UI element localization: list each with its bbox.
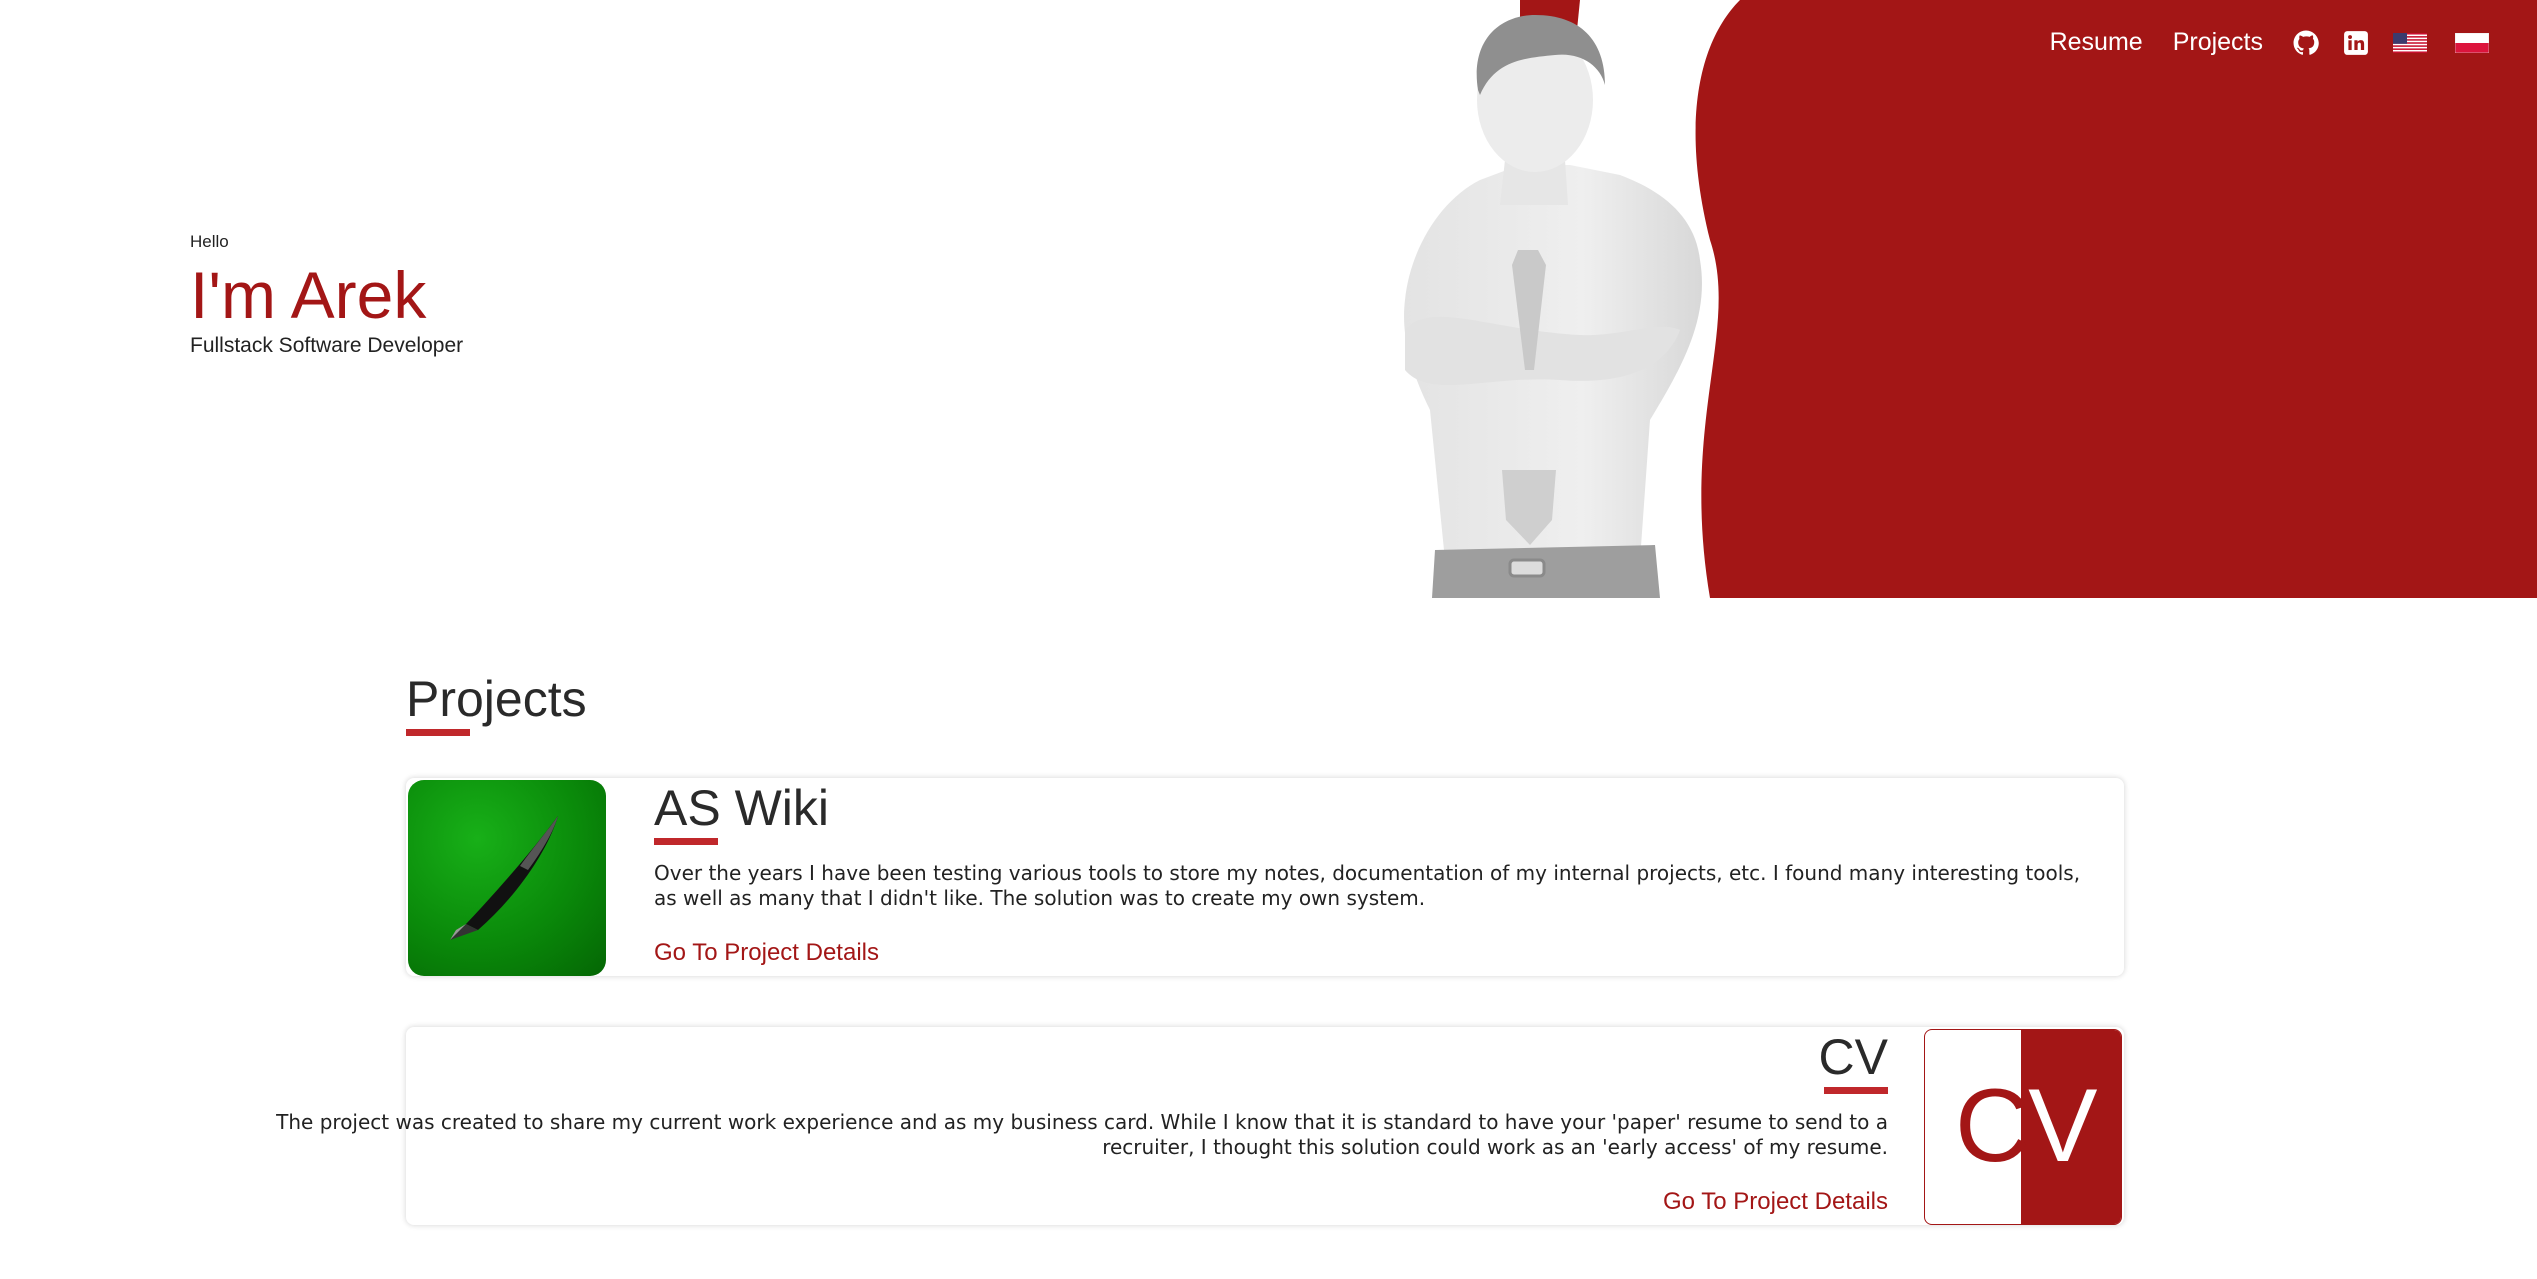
nav-resume-link[interactable]: Resume bbox=[2050, 28, 2143, 57]
pen-icon bbox=[450, 816, 558, 940]
project-description: The project was created to share my curr… bbox=[276, 1110, 1888, 1159]
cv-logo: CV bbox=[1955, 1074, 2097, 1178]
project-details-link[interactable]: Go To Project Details bbox=[1663, 1188, 1888, 1216]
github-icon[interactable] bbox=[2293, 30, 2319, 56]
hero-greeting: Hello bbox=[190, 232, 229, 251]
project-title-underline bbox=[1824, 1087, 1888, 1094]
hero-name: I'm Arek bbox=[190, 258, 427, 332]
flag-pl-icon[interactable] bbox=[2455, 32, 2489, 53]
aswiki-thumbnail bbox=[408, 780, 606, 976]
project-card-aswiki: AS Wiki Over the years I have been testi… bbox=[406, 778, 2124, 976]
project-title: CV bbox=[1818, 1029, 1888, 1085]
flag-us-icon[interactable] bbox=[2393, 32, 2427, 53]
project-title-underline bbox=[654, 838, 718, 845]
hero-person-image bbox=[1404, 0, 1740, 598]
project-description: Over the years I have been testing vario… bbox=[654, 861, 2081, 910]
project-title: AS Wiki bbox=[654, 780, 829, 836]
nav-projects-link[interactable]: Projects bbox=[2173, 28, 2263, 57]
linkedin-icon[interactable] bbox=[2343, 30, 2369, 56]
cv-logo-v: V bbox=[2028, 1068, 2097, 1184]
hero-banner: Hello I'm Arek Fullstack Software Develo… bbox=[0, 0, 2537, 598]
project-card-cv: CV The project was created to share my c… bbox=[276, 1027, 2124, 1225]
hero-role: Fullstack Software Developer bbox=[190, 334, 464, 357]
cv-thumbnail: CV bbox=[1924, 1029, 2122, 1225]
top-nav: Resume Projects bbox=[2050, 28, 2517, 57]
projects-heading-underline bbox=[406, 729, 470, 736]
project-details-link[interactable]: Go To Project Details bbox=[654, 939, 879, 967]
cv-logo-c: C bbox=[1955, 1068, 2030, 1184]
projects-heading: Projects bbox=[406, 671, 587, 727]
